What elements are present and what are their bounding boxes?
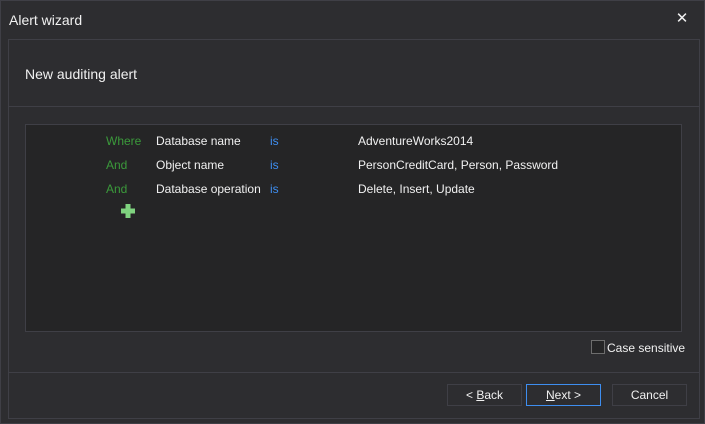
condition-keyword[interactable]: Where [106, 134, 141, 148]
next-accel: N [545, 388, 555, 402]
condition-row[interactable]: And Object name is PersonCreditCard, Per… [26, 155, 681, 175]
next-button[interactable]: Next > [526, 384, 601, 406]
condition-value[interactable]: PersonCreditCard, Person, Password [358, 158, 558, 172]
back-rest: ack [484, 388, 504, 402]
window-title: Alert wizard [9, 12, 83, 28]
next-rest: ext > [554, 388, 582, 402]
condition-operator[interactable]: is [270, 158, 279, 172]
condition-field[interactable]: Database name [156, 134, 241, 148]
title-bar: Alert wizard ✕ [1, 1, 704, 39]
case-sensitive-label: Case sensitive [607, 341, 686, 355]
condition-keyword[interactable]: And [106, 182, 127, 196]
condition-value[interactable]: Delete, Insert, Update [358, 182, 475, 196]
page-title: New auditing alert [25, 66, 138, 82]
wizard-header: New auditing alert [9, 40, 699, 107]
back-button[interactable]: < Back [447, 384, 522, 406]
wizard-content: New auditing alert Where Database name i… [8, 39, 700, 419]
alert-wizard-window: Alert wizard ✕ New auditing alert Where … [0, 0, 705, 424]
checkbox-box[interactable] [591, 340, 605, 354]
condition-field[interactable]: Database operation [156, 182, 261, 196]
plus-icon [121, 204, 135, 218]
conditions-panel: Where Database name is AdventureWorks201… [25, 124, 682, 332]
condition-operator[interactable]: is [270, 182, 279, 196]
add-condition-button[interactable] [120, 203, 136, 219]
back-prefix: < [465, 388, 477, 402]
footer-divider [9, 372, 699, 373]
condition-field[interactable]: Object name [156, 158, 224, 172]
cancel-button[interactable]: Cancel [612, 384, 687, 406]
condition-row[interactable]: Where Database name is AdventureWorks201… [26, 131, 681, 151]
condition-keyword[interactable]: And [106, 158, 127, 172]
close-icon[interactable]: ✕ [674, 11, 690, 27]
condition-value[interactable]: AdventureWorks2014 [358, 134, 473, 148]
condition-row[interactable]: And Database operation is Delete, Insert… [26, 179, 681, 199]
condition-operator[interactable]: is [270, 134, 279, 148]
